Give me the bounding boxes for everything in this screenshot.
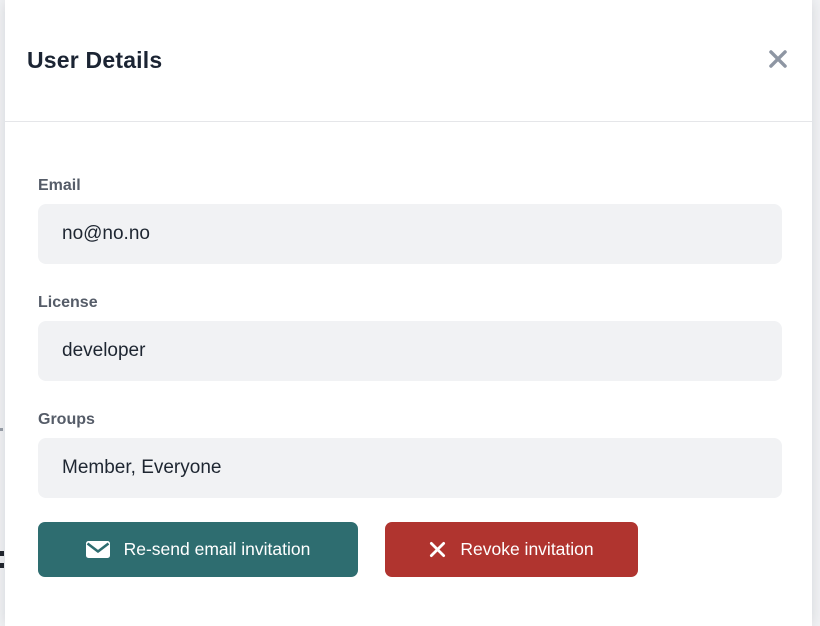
revoke-invitation-button[interactable]: Revoke invitation: [385, 522, 638, 577]
modal-body: Email no@no.no License developer Groups …: [5, 122, 812, 577]
user-details-modal: User Details Email no@no.no License deve…: [5, 0, 812, 626]
license-field-group: License developer: [38, 294, 782, 381]
action-button-row: Re-send email invitation Revoke invitati…: [38, 522, 782, 577]
close-icon: [765, 46, 791, 75]
email-value: no@no.no: [62, 223, 150, 245]
groups-field[interactable]: Member, Everyone: [38, 438, 782, 498]
groups-field-group: Groups Member, Everyone: [38, 411, 782, 498]
license-field[interactable]: developer: [38, 321, 782, 381]
email-label: Email: [38, 177, 782, 195]
revoke-button-label: Revoke invitation: [460, 539, 593, 560]
background-page-fragment: [0, 428, 3, 431]
background-page-fragment: [0, 563, 4, 568]
license-label: License: [38, 294, 782, 312]
x-icon: [429, 541, 446, 558]
groups-value: Member, Everyone: [62, 457, 221, 479]
email-field[interactable]: no@no.no: [38, 204, 782, 264]
groups-label: Groups: [38, 411, 782, 429]
resend-email-invitation-button[interactable]: Re-send email invitation: [38, 522, 358, 577]
background-page-fragment: [0, 551, 4, 556]
modal-header: User Details: [5, 0, 812, 122]
resend-button-label: Re-send email invitation: [124, 539, 311, 560]
modal-title: User Details: [27, 47, 162, 74]
close-button[interactable]: [761, 44, 795, 78]
envelope-icon: [86, 540, 110, 559]
email-field-group: Email no@no.no: [38, 177, 782, 264]
license-value: developer: [62, 340, 145, 362]
